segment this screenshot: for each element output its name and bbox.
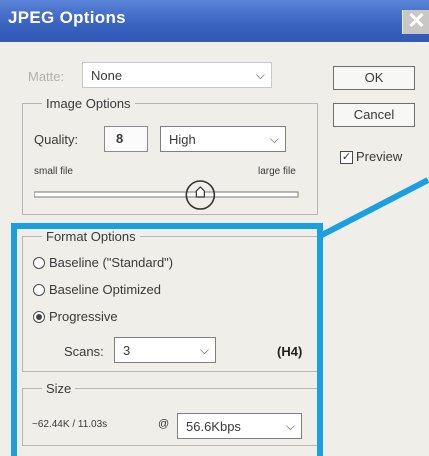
size-legend: Size	[42, 381, 76, 396]
matte-select[interactable]: None ⌵	[82, 62, 272, 88]
size-estimate: ~62.44K / 11.03s	[32, 419, 108, 430]
scans-label: Scans:	[64, 344, 104, 359]
at-label: @	[158, 418, 170, 430]
close-button[interactable]: ✕	[402, 10, 429, 34]
preview-checkbox[interactable]: ✓	[340, 151, 353, 164]
radio-label-baseline-standard: Baseline ("Standard")	[49, 255, 174, 270]
dialog-title: JPEG Options	[8, 8, 126, 27]
format-options-legend: Format Options	[42, 229, 140, 244]
scans-value: 3	[123, 343, 131, 358]
download-speed-value: 56.6Kbps	[186, 419, 241, 434]
jpeg-options-dialog: JPEG Options ✕ Matte: None ⌵ OK Cancel ✓…	[0, 0, 429, 456]
cancel-button[interactable]: Cancel	[333, 103, 415, 127]
chevron-down-icon: ⌵	[199, 343, 209, 357]
radio-progressive[interactable]	[33, 311, 45, 323]
preview-label: Preview	[356, 149, 403, 164]
slider-track	[34, 191, 299, 198]
radio-label-baseline-optimized: Baseline Optimized	[49, 282, 161, 297]
chevron-down-icon: ⌵	[285, 419, 295, 433]
small-file-label: small file	[34, 166, 73, 177]
quality-value: 8	[116, 131, 124, 146]
quality-slider[interactable]	[34, 178, 304, 214]
close-icon: ✕	[407, 8, 426, 33]
large-file-label: large file	[258, 166, 296, 177]
radio-baseline-optimized[interactable]	[33, 284, 45, 296]
matte-label: Matte:	[28, 69, 65, 84]
title-bar: JPEG Options	[0, 0, 429, 42]
matte-value: None	[91, 68, 123, 83]
chevron-down-icon: ⌵	[269, 132, 279, 146]
image-options-legend: Image Options	[42, 96, 135, 111]
chevron-down-icon: ⌵	[255, 68, 265, 82]
scans-select[interactable]: 3 ⌵	[114, 337, 216, 363]
radio-label-progressive: Progressive	[49, 309, 118, 324]
download-speed-select[interactable]: 56.6Kbps ⌵	[177, 413, 302, 439]
ok-button[interactable]: OK	[333, 66, 415, 90]
annotation-label: (H4)	[277, 344, 303, 359]
quality-input[interactable]: 8	[104, 126, 148, 152]
quality-preset-value: High	[169, 132, 196, 147]
quality-label: Quality:	[34, 132, 79, 147]
quality-preset-select[interactable]: High ⌵	[160, 126, 286, 152]
radio-baseline-standard[interactable]	[33, 257, 45, 269]
